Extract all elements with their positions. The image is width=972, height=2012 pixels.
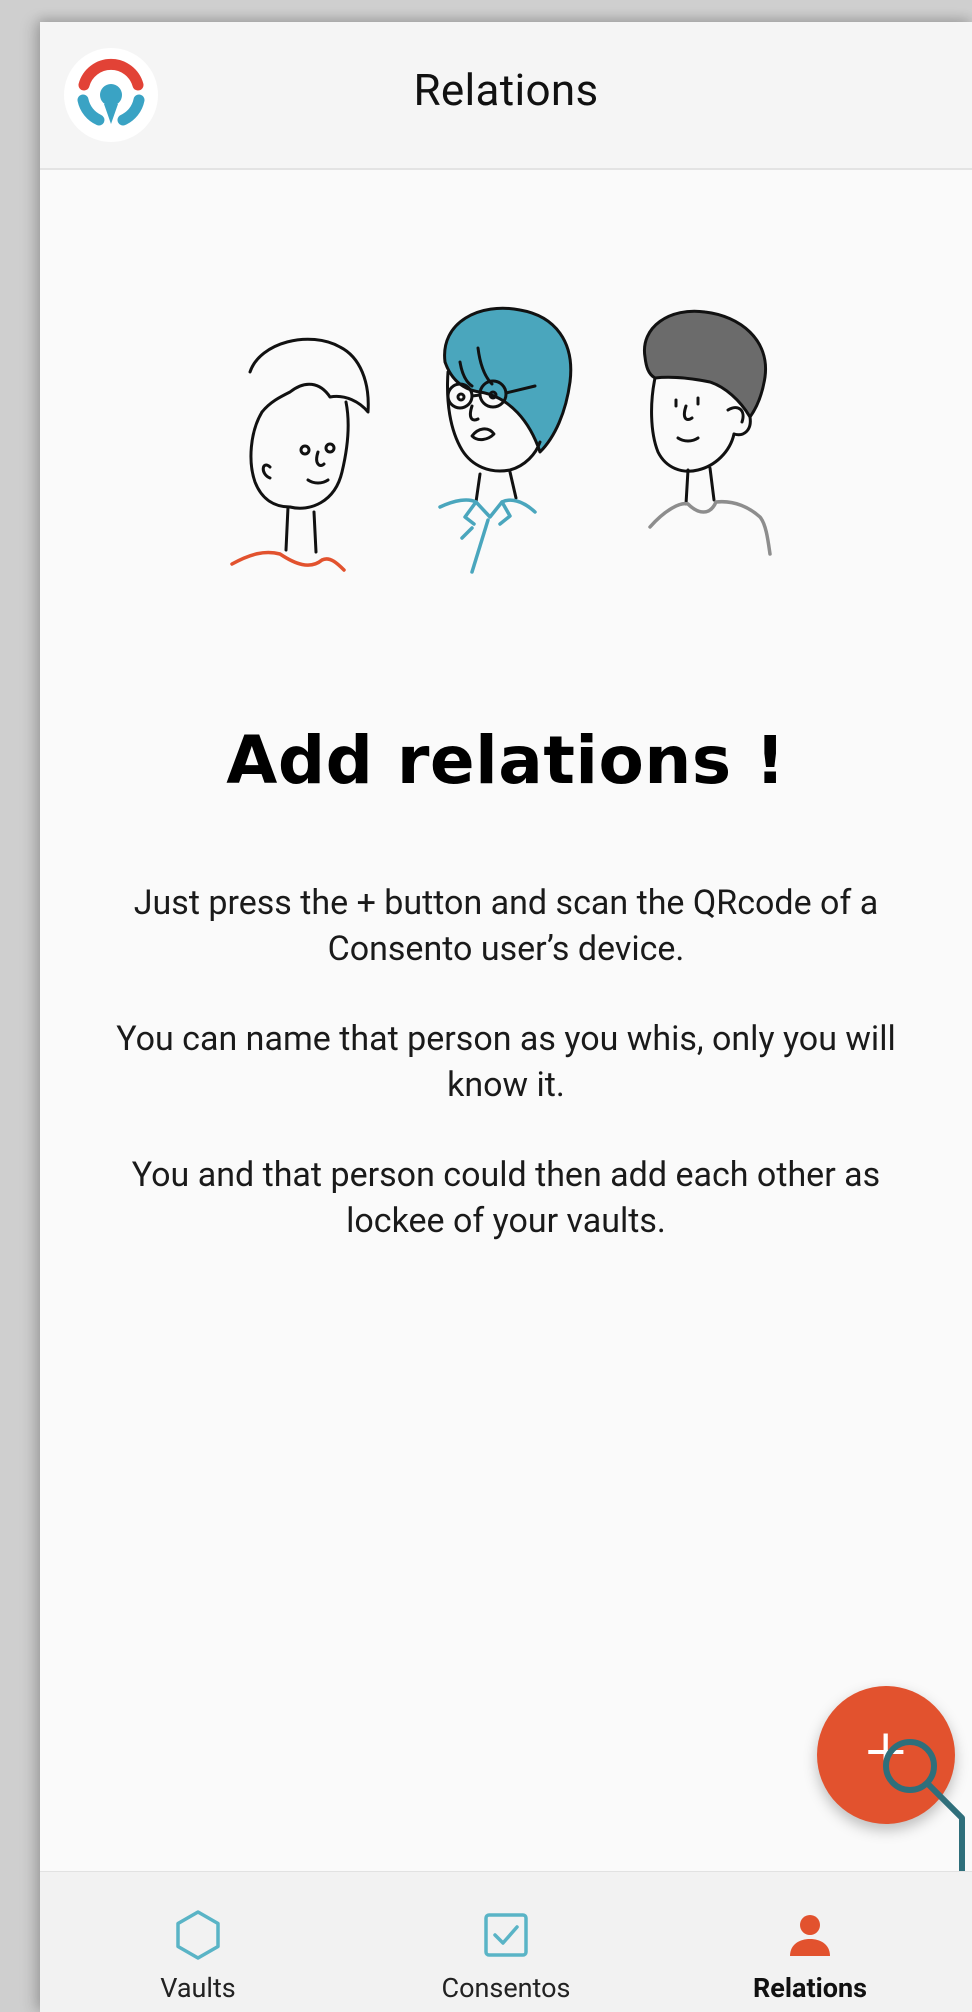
- bottom-navigation: Vaults Consentos Relations: [40, 1871, 972, 2012]
- app-bar: Relations: [40, 22, 972, 170]
- person-left-drawing: [248, 337, 370, 554]
- plus-icon: +: [865, 1709, 907, 1794]
- phone-screen: Relations Add relations ! Just press the…: [40, 22, 972, 2012]
- people-illustration: [230, 306, 772, 574]
- page-title: Relations: [413, 64, 599, 116]
- hexagon-icon: [176, 1910, 220, 1960]
- add-relation-button[interactable]: +: [817, 1686, 955, 1824]
- empty-state-headline: Add relations !: [226, 722, 786, 799]
- shirt-teal: [438, 498, 537, 574]
- nav-item-consentos[interactable]: Consentos: [366, 1872, 646, 2012]
- shirt-gray: [648, 499, 772, 556]
- nav-label-relations: Relations: [753, 1972, 867, 2004]
- nav-item-relations[interactable]: Relations: [670, 1872, 950, 2012]
- nav-label-vaults: Vaults: [160, 1972, 236, 2004]
- hair-teal: [443, 306, 573, 454]
- nav-label-consentos: Consentos: [441, 1972, 571, 2004]
- checkbox-icon: [484, 1913, 528, 1957]
- person-icon: [790, 1915, 830, 1956]
- instruction-paragraph-2: You can name that person as you whis, on…: [116, 1019, 896, 1105]
- hair-gray: [642, 309, 768, 419]
- nav-item-vaults[interactable]: Vaults: [58, 1872, 338, 2012]
- instruction-paragraph-3: You and that person could then add each …: [131, 1155, 881, 1241]
- instruction-paragraph-1: Just press the + button and scan the QRc…: [133, 883, 879, 969]
